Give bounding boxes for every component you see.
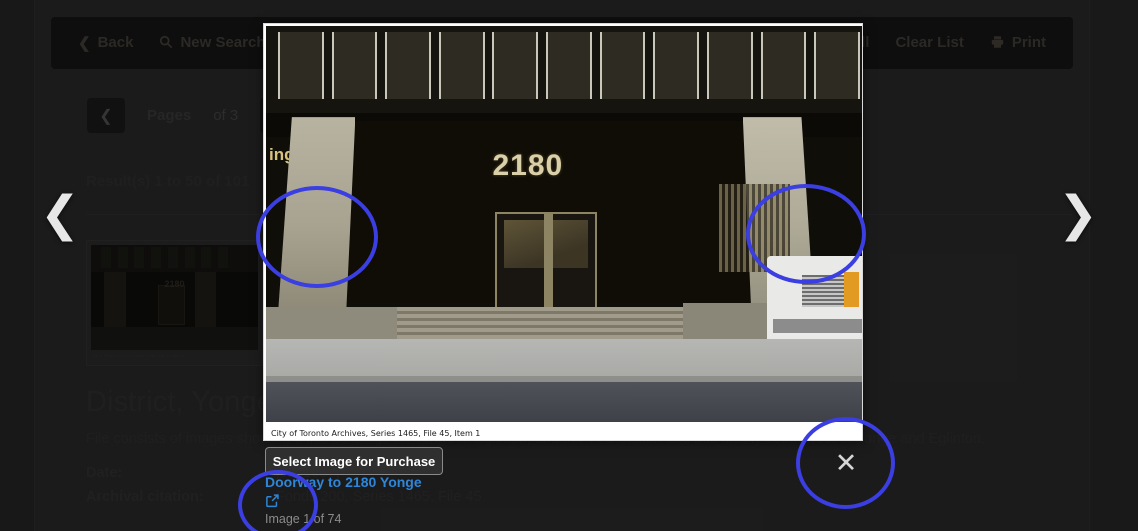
app-root: ❮ Back New Search All Clear List (0, 0, 1138, 531)
lightbox-item-link-block: Doorway to 2180 Yonge Image 1 of 74 (265, 474, 422, 526)
close-icon: ✕ (834, 447, 858, 478)
lightbox-image[interactable]: ing 2180 (266, 26, 862, 422)
chevron-left-icon: ❮ (39, 188, 81, 241)
item-title-link[interactable]: Doorway to 2180 Yonge (265, 474, 422, 490)
lightbox-next-button[interactable]: ❯ (1048, 180, 1108, 250)
chevron-right-icon: ❯ (1057, 188, 1099, 241)
lightbox-image-count: Image 1 of 74 (265, 512, 342, 526)
external-link-icon[interactable] (265, 493, 422, 510)
lightbox-close-button[interactable]: ✕ (826, 444, 866, 482)
lightbox-caption: City of Toronto Archives, Series 1465, F… (271, 429, 481, 438)
building-number: 2180 (492, 148, 564, 182)
select-image-for-purchase-button[interactable]: Select Image for Purchase (265, 447, 443, 475)
lightbox-dialog: ing 2180 City of Toronto Archives, Serie… (263, 23, 863, 441)
lightbox-prev-button[interactable]: ❮ (30, 180, 90, 250)
